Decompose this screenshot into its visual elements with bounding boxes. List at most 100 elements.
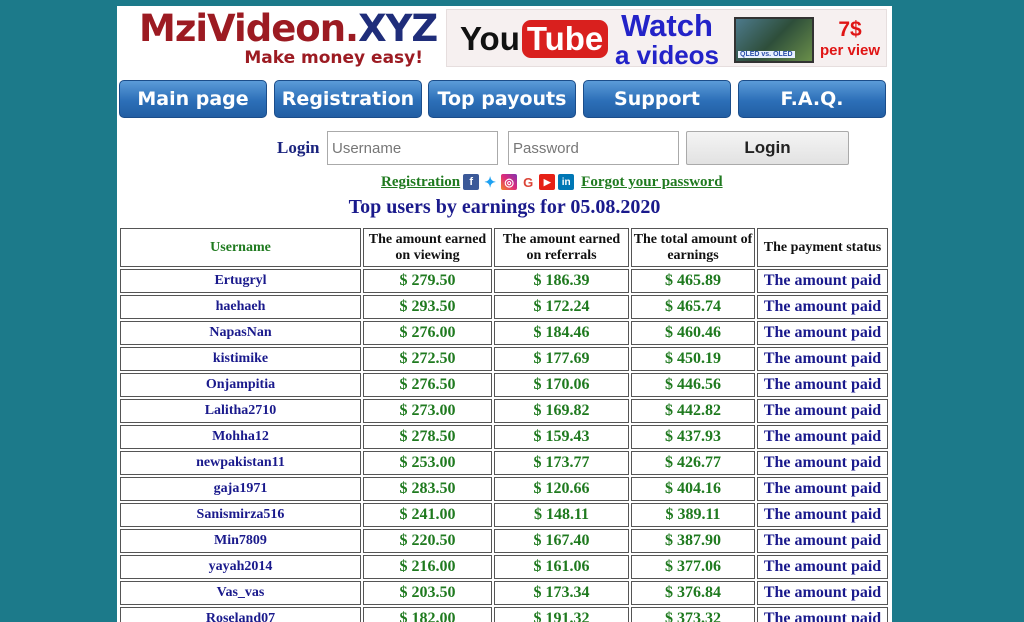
- table-row: Ertugryl $ 279.50 $ 186.39 $ 465.89 The amou…: [120, 269, 888, 293]
- status-cell: The amount paid: [757, 607, 888, 622]
- total-cell: $ 460.46: [631, 321, 755, 345]
- viewing-cell: $ 283.50: [363, 477, 492, 501]
- tv-image: QLED vs. OLED: [734, 17, 814, 63]
- status-cell: The amount paid: [757, 295, 888, 319]
- referrals-cell: $ 161.06: [494, 555, 629, 579]
- viewing-cell: $ 216.00: [363, 555, 492, 579]
- page: MziVideon.XYZ Make money easy! You Tube W…: [117, 6, 892, 622]
- col-total: The total amount of earnings: [631, 228, 755, 267]
- username-cell[interactable]: kistimike: [120, 347, 361, 371]
- login-label: Login: [277, 138, 320, 157]
- table-row: Onjampitia $ 276.50 $ 170.06 $ 446.56 The am…: [120, 373, 888, 397]
- logo-tagline: Make money easy!: [244, 48, 423, 68]
- forgot-password-link[interactable]: Forgot your password: [581, 174, 722, 191]
- table-row: Vas_vas $ 203.50 $ 173.34 $ 376.84 The amoun…: [120, 581, 888, 605]
- referrals-cell: $ 173.77: [494, 451, 629, 475]
- referrals-cell: $ 170.06: [494, 373, 629, 397]
- table-row: kistimike $ 272.50 $ 177.69 $ 450.19 The amo…: [120, 347, 888, 371]
- banner-price: 7$ per view: [819, 18, 881, 59]
- username-cell[interactable]: newpakistan11: [120, 451, 361, 475]
- col-username: Username: [120, 228, 361, 267]
- ad-banner[interactable]: You Tube Watch a videos QLED vs. OLED 7$ …: [446, 8, 887, 70]
- status-cell: The amount paid: [757, 373, 888, 397]
- referrals-cell: $ 191.32: [494, 607, 629, 622]
- referrals-cell: $ 186.39: [494, 269, 629, 293]
- logo-title: MziVideon.XYZ: [139, 7, 438, 50]
- viewing-cell: $ 272.50: [363, 347, 492, 371]
- username-input[interactable]: [327, 131, 498, 165]
- google-icon[interactable]: G: [520, 174, 537, 190]
- table-row: Mohha12 $ 278.50 $ 159.43 $ 437.93 The amoun…: [120, 425, 888, 449]
- username-cell[interactable]: Sanismirza516: [120, 503, 361, 527]
- col-status: The payment status: [757, 228, 888, 267]
- nav-faq[interactable]: F.A.Q.: [738, 80, 886, 118]
- status-cell: The amount paid: [757, 477, 888, 501]
- nav-main-page[interactable]: Main page: [119, 80, 267, 118]
- viewing-cell: $ 279.50: [363, 269, 492, 293]
- login-button[interactable]: Login: [686, 131, 849, 165]
- username-cell[interactable]: Min7809: [120, 529, 361, 553]
- earnings-table: Username The amount earned on viewing Th…: [118, 226, 890, 622]
- facebook-icon[interactable]: f: [463, 174, 480, 190]
- table-row: Min7809 $ 220.50 $ 167.40 $ 387.90 The amoun…: [120, 529, 888, 553]
- instagram-icon[interactable]: ◎: [501, 174, 518, 190]
- nav-top-payouts[interactable]: Top payouts: [428, 80, 576, 118]
- viewing-cell: $ 278.50: [363, 425, 492, 449]
- linkedin-icon[interactable]: in: [558, 174, 575, 190]
- auth-links: Registration f ✦ ◎ G ▶ in Forgot your pa…: [381, 172, 723, 192]
- total-cell: $ 387.90: [631, 529, 755, 553]
- col-viewing: The amount earned on viewing: [363, 228, 492, 267]
- table-row: Lalitha2710 $ 273.00 $ 169.82 $ 442.82 The a…: [120, 399, 888, 423]
- total-cell: $ 437.93: [631, 425, 755, 449]
- status-cell: The amount paid: [757, 503, 888, 527]
- table-row: haehaeh $ 293.50 $ 172.24 $ 465.74 The amoun…: [120, 295, 888, 319]
- banner-text: Watch a videos: [614, 8, 720, 70]
- status-cell: The amount paid: [757, 347, 888, 371]
- youtube-icon[interactable]: ▶: [539, 174, 556, 190]
- total-cell: $ 404.16: [631, 477, 755, 501]
- username-cell[interactable]: Vas_vas: [120, 581, 361, 605]
- referrals-cell: $ 120.66: [494, 477, 629, 501]
- table-row: yayah2014 $ 216.00 $ 161.06 $ 377.06 The amo…: [120, 555, 888, 579]
- username-cell[interactable]: yayah2014: [120, 555, 361, 579]
- registration-link[interactable]: Registration: [381, 174, 460, 191]
- username-cell[interactable]: Mohha12: [120, 425, 361, 449]
- viewing-cell: $ 276.00: [363, 321, 492, 345]
- username-cell[interactable]: Ertugryl: [120, 269, 361, 293]
- username-cell[interactable]: haehaeh: [120, 295, 361, 319]
- total-cell: $ 389.11: [631, 503, 755, 527]
- nav-support[interactable]: Support: [583, 80, 731, 118]
- main-nav: Main page Registration Top payouts Suppo…: [119, 80, 888, 118]
- nav-registration[interactable]: Registration: [274, 80, 422, 118]
- password-input[interactable]: [508, 131, 679, 165]
- total-cell: $ 376.84: [631, 581, 755, 605]
- site-logo[interactable]: MziVideon.XYZ Make money easy!: [137, 8, 438, 70]
- viewing-cell: $ 276.50: [363, 373, 492, 397]
- username-cell[interactable]: Onjampitia: [120, 373, 361, 397]
- username-cell[interactable]: NapasNan: [120, 321, 361, 345]
- referrals-cell: $ 172.24: [494, 295, 629, 319]
- total-cell: $ 442.82: [631, 399, 755, 423]
- total-cell: $ 426.77: [631, 451, 755, 475]
- referrals-cell: $ 173.34: [494, 581, 629, 605]
- twitter-icon[interactable]: ✦: [482, 174, 499, 190]
- total-cell: $ 450.19: [631, 347, 755, 371]
- referrals-cell: $ 169.82: [494, 399, 629, 423]
- status-cell: The amount paid: [757, 425, 888, 449]
- page-title: Top users by earnings for 05.08.2020: [348, 196, 661, 218]
- table-header-row: Username The amount earned on viewing Th…: [120, 228, 888, 267]
- table-row: gaja1971 $ 283.50 $ 120.66 $ 404.16 The amou…: [120, 477, 888, 501]
- referrals-cell: $ 167.40: [494, 529, 629, 553]
- username-cell[interactable]: Lalitha2710: [120, 399, 361, 423]
- table-row: NapasNan $ 276.00 $ 184.46 $ 460.46 The amou…: [120, 321, 888, 345]
- referrals-cell: $ 148.11: [494, 503, 629, 527]
- referrals-cell: $ 159.43: [494, 425, 629, 449]
- status-cell: The amount paid: [757, 321, 888, 345]
- username-cell[interactable]: Roseland07: [120, 607, 361, 622]
- total-cell: $ 377.06: [631, 555, 755, 579]
- total-cell: $ 465.89: [631, 269, 755, 293]
- viewing-cell: $ 203.50: [363, 581, 492, 605]
- status-cell: The amount paid: [757, 451, 888, 475]
- viewing-cell: $ 273.00: [363, 399, 492, 423]
- username-cell[interactable]: gaja1971: [120, 477, 361, 501]
